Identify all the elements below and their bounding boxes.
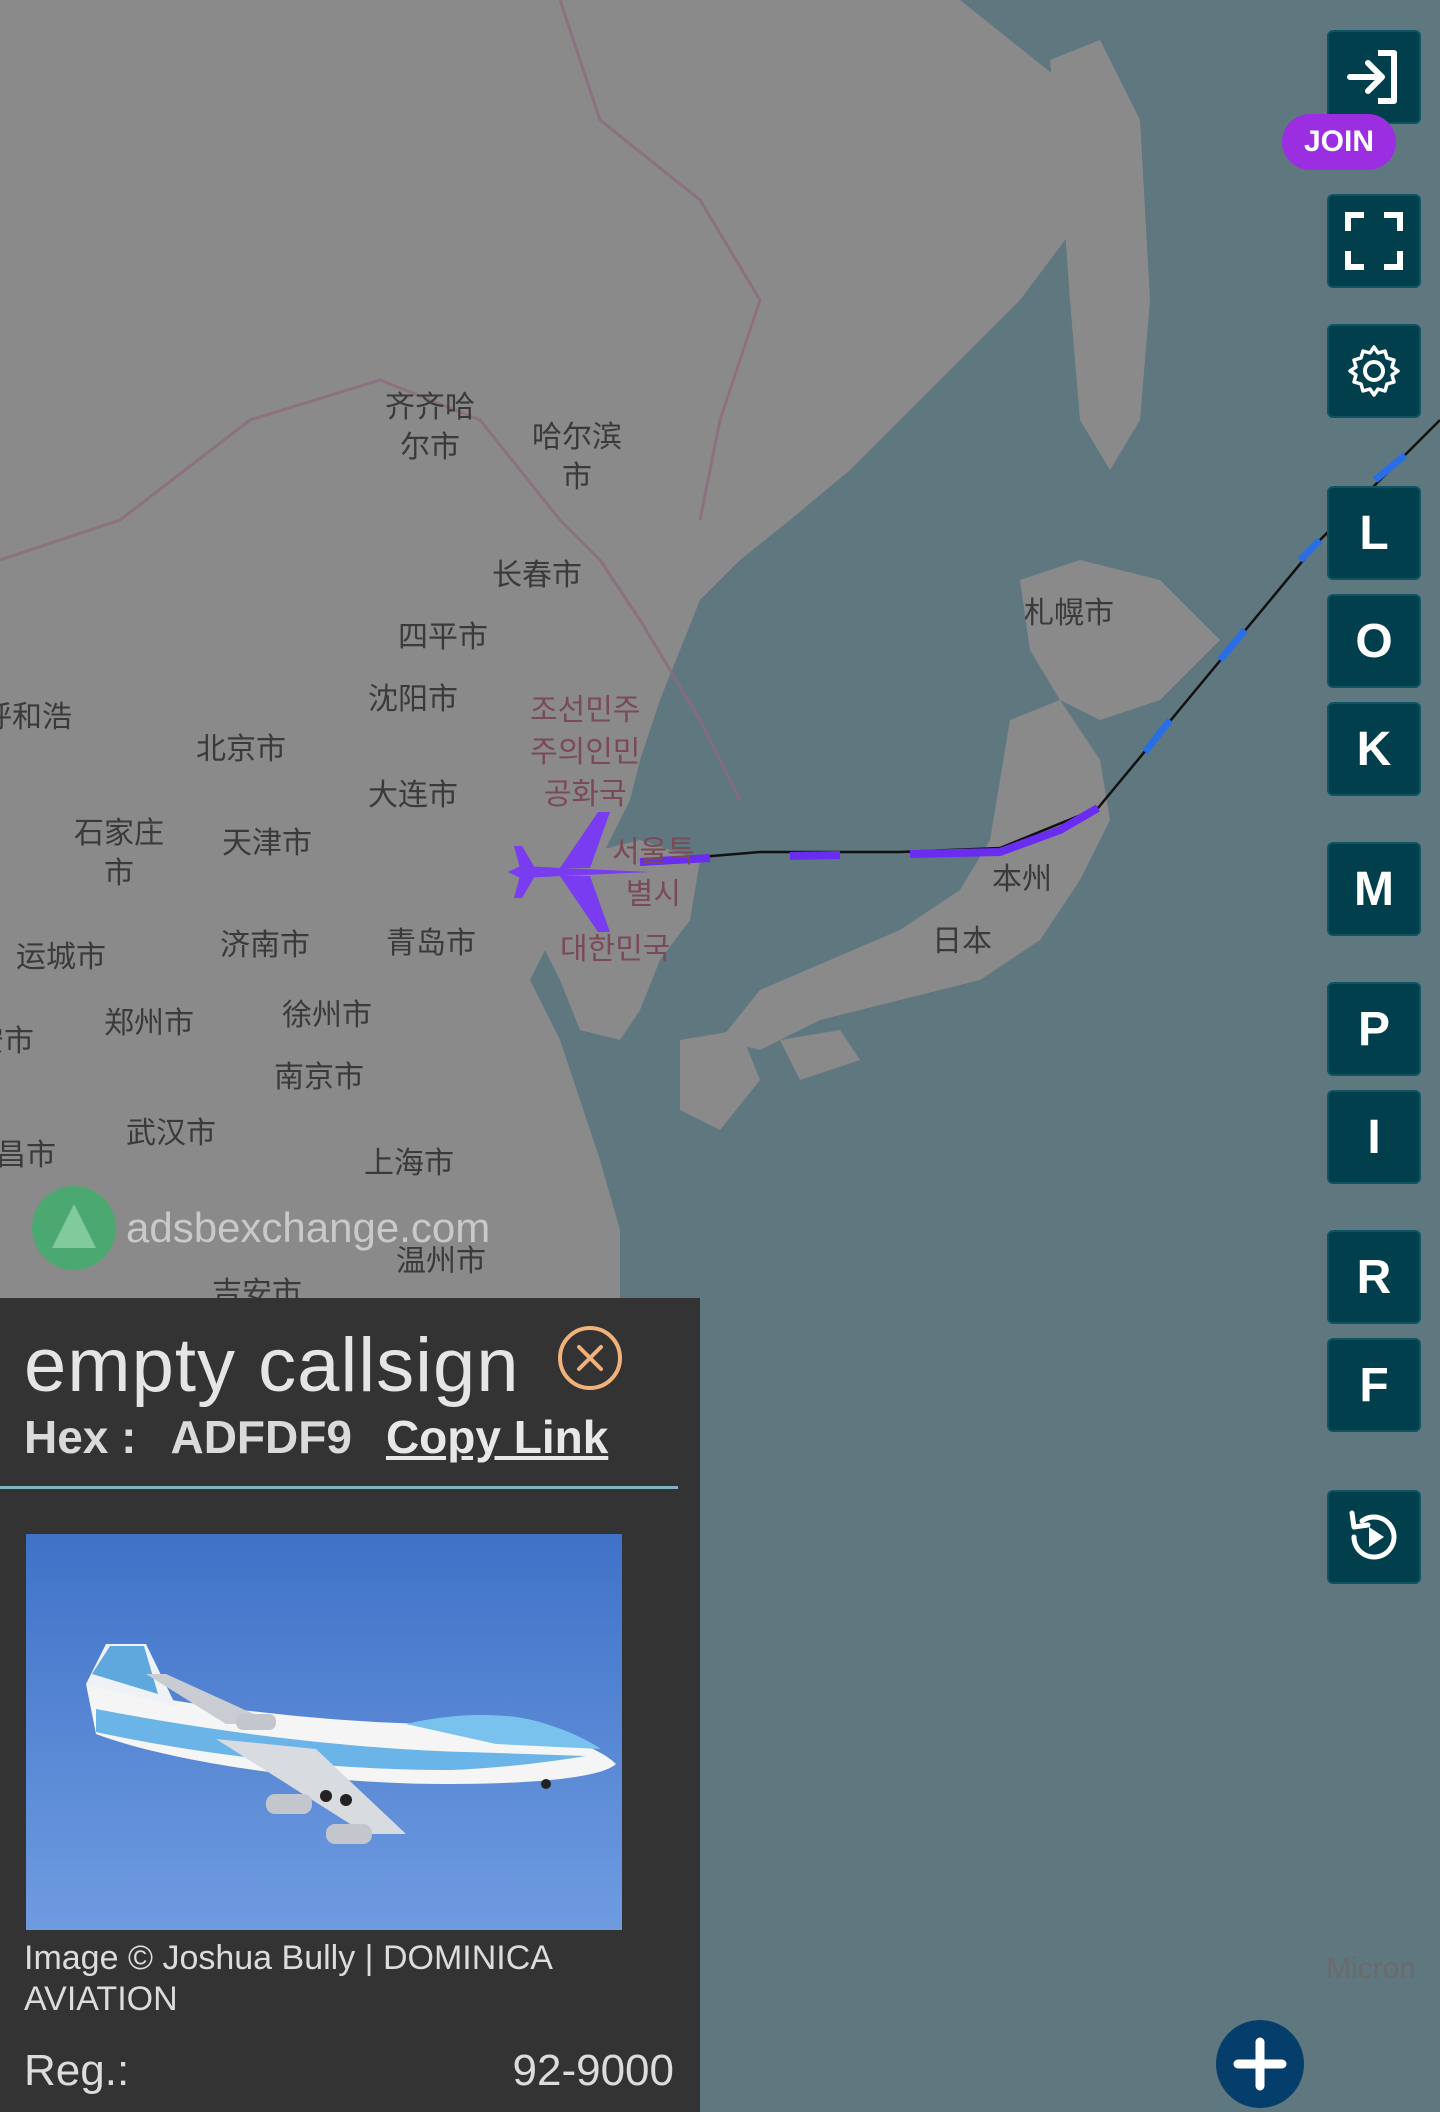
gear-icon xyxy=(1348,345,1400,397)
place-label: 安市 xyxy=(0,1024,34,1059)
layer-button-i[interactable]: I xyxy=(1327,1090,1421,1184)
close-button[interactable] xyxy=(558,1326,622,1390)
reg-value: 92-9000 xyxy=(512,2046,674,2095)
place-label: 哈尔滨 市 xyxy=(532,420,622,495)
copy-link[interactable]: Copy Link xyxy=(386,1410,608,1464)
replay-icon xyxy=(1349,1510,1397,1560)
place-label: 四平市 xyxy=(398,620,488,655)
hex-row: Hex : ADFDF9 Copy Link xyxy=(24,1410,608,1464)
adsbexchange-watermark: adsbexchange.com xyxy=(32,1186,490,1270)
place-label: 天津市 xyxy=(222,826,312,861)
place-label: 沈阳市 xyxy=(368,682,458,717)
layer-button-p[interactable]: P xyxy=(1327,982,1421,1076)
place-label: 青岛市 xyxy=(386,926,476,961)
place-label: 武汉市 xyxy=(126,1116,216,1151)
plus-icon xyxy=(1233,2037,1287,2091)
zoom-in-button[interactable] xyxy=(1216,2020,1304,2108)
place-label: 徐州市 xyxy=(282,998,372,1033)
layer-button-m[interactable]: M xyxy=(1327,842,1421,936)
layer-button-r[interactable]: R xyxy=(1327,1230,1421,1324)
adsbexchange-logo-icon xyxy=(32,1186,116,1270)
fullscreen-icon xyxy=(1345,212,1403,270)
place-label-korean: 대한민국 xyxy=(560,932,671,967)
aircraft-photo-image xyxy=(26,1534,622,1930)
place-label: 济南市 xyxy=(220,928,310,963)
hex-label: Hex : xyxy=(24,1411,137,1463)
place-label: 长春市 xyxy=(492,558,582,593)
aircraft-photo[interactable] xyxy=(26,1534,622,1930)
place-label: 大连市 xyxy=(368,778,458,813)
place-label: 本州 xyxy=(992,862,1052,897)
hex-value: ADFDF9 xyxy=(170,1411,352,1463)
watermark-text: adsbexchange.com xyxy=(126,1204,491,1251)
layer-button-f[interactable]: F xyxy=(1327,1338,1421,1432)
photo-credit: Image © Joshua Bully | DOMINICA AVIATION xyxy=(24,1939,552,2018)
join-badge[interactable]: JOIN xyxy=(1282,114,1396,170)
settings-button[interactable] xyxy=(1327,324,1421,418)
place-label-korean: 서울특 별시 xyxy=(612,835,695,912)
layer-button-l[interactable]: L xyxy=(1327,486,1421,580)
registration-row: Reg.: 92-9000 xyxy=(24,2046,674,2096)
place-label: 郑州市 xyxy=(104,1006,194,1041)
place-label: 北京市 xyxy=(196,732,286,767)
panel-divider xyxy=(0,1486,678,1489)
replay-button[interactable] xyxy=(1327,1490,1421,1584)
place-label: 运城市 xyxy=(16,940,106,975)
place-label: 南京市 xyxy=(274,1060,364,1095)
place-label: Micron xyxy=(1326,1952,1417,1985)
place-label: 上海市 xyxy=(364,1146,454,1181)
login-icon xyxy=(1347,50,1397,104)
callsign-title: empty callsign xyxy=(24,1323,520,1408)
fullscreen-button[interactable] xyxy=(1327,194,1421,288)
close-icon xyxy=(577,1345,603,1371)
place-label: 札幌市 xyxy=(1024,596,1114,631)
layer-button-k[interactable]: K xyxy=(1327,702,1421,796)
place-label: 昌市 xyxy=(0,1138,56,1173)
place-label: 石家庄 市 xyxy=(74,816,164,891)
place-label: 日本 xyxy=(932,924,992,959)
reg-label: Reg.: xyxy=(24,2046,130,2095)
layer-button-o[interactable]: O xyxy=(1327,594,1421,688)
place-label: 齐齐哈 尔市 xyxy=(385,390,475,465)
aircraft-info-panel: empty callsign Hex : ADFDF9 Copy Link Im… xyxy=(0,1298,700,2112)
login-button[interactable] xyxy=(1327,30,1421,124)
place-label-korean: 조선민주 주의인민 공화국 xyxy=(530,693,641,812)
place-label: 呼和浩 xyxy=(0,700,72,735)
